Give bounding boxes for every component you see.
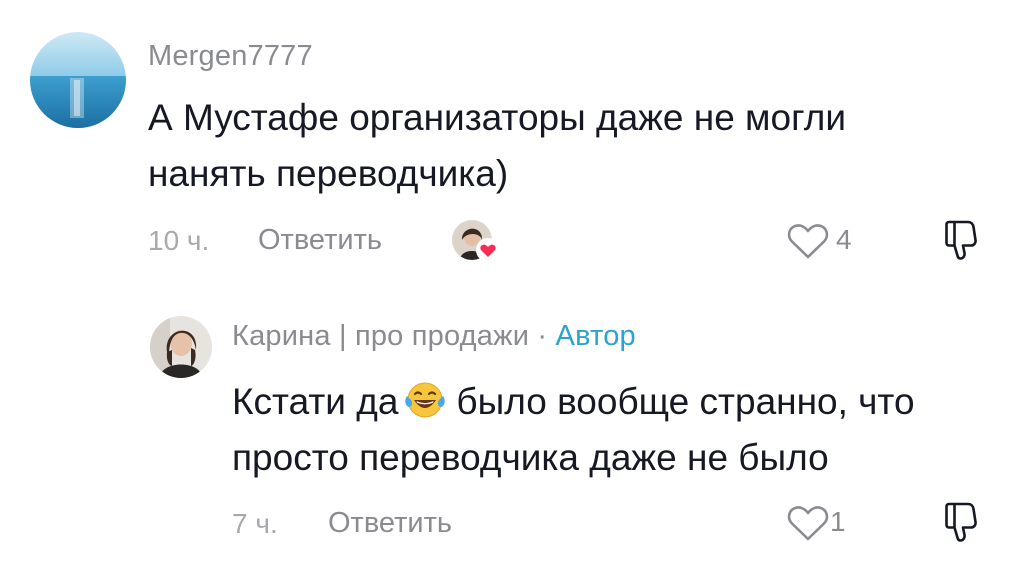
user-avatar[interactable] xyxy=(30,32,126,128)
comment-text-line: Кстати да было вообще странно, что xyxy=(232,374,915,436)
heart-outline-icon xyxy=(787,506,829,541)
comment-text-line: А Мустафе организаторы даже не могли xyxy=(148,97,847,138)
reply-button[interactable]: Ответить xyxy=(328,507,452,540)
dislike-icon[interactable] xyxy=(942,218,982,262)
like-count: 1 xyxy=(830,506,846,537)
comment-text-segment: было вообще странно, что xyxy=(456,381,915,422)
comment-username-line: Карина | про продажи · Автор xyxy=(232,320,636,353)
username-separator: · xyxy=(537,320,548,352)
comment-text-segment: Кстати да xyxy=(232,381,399,422)
heart-badge-icon xyxy=(476,238,500,262)
like-button[interactable]: 1 xyxy=(786,500,856,544)
comment-timestamp: 7 ч. xyxy=(232,508,278,539)
author-badge: Автор xyxy=(555,320,636,352)
like-count: 4 xyxy=(836,224,852,255)
reply-button[interactable]: Ответить xyxy=(258,224,382,257)
like-button[interactable]: 4 xyxy=(786,218,866,262)
comment-username[interactable]: Карина | про продажи xyxy=(232,320,529,352)
comment-username[interactable]: Mergen7777 xyxy=(148,40,313,73)
comment-text-line: нанять переводчика) xyxy=(148,153,509,194)
laughing-tears-emoji-icon xyxy=(404,380,446,436)
comment-timestamp: 10 ч. xyxy=(148,225,210,256)
comment-text-line: просто переводчика даже не было xyxy=(232,437,829,478)
heart-outline-icon xyxy=(787,224,829,259)
user-avatar[interactable] xyxy=(150,316,212,378)
dislike-icon[interactable] xyxy=(942,500,982,544)
creator-liked-indicator xyxy=(452,220,500,264)
